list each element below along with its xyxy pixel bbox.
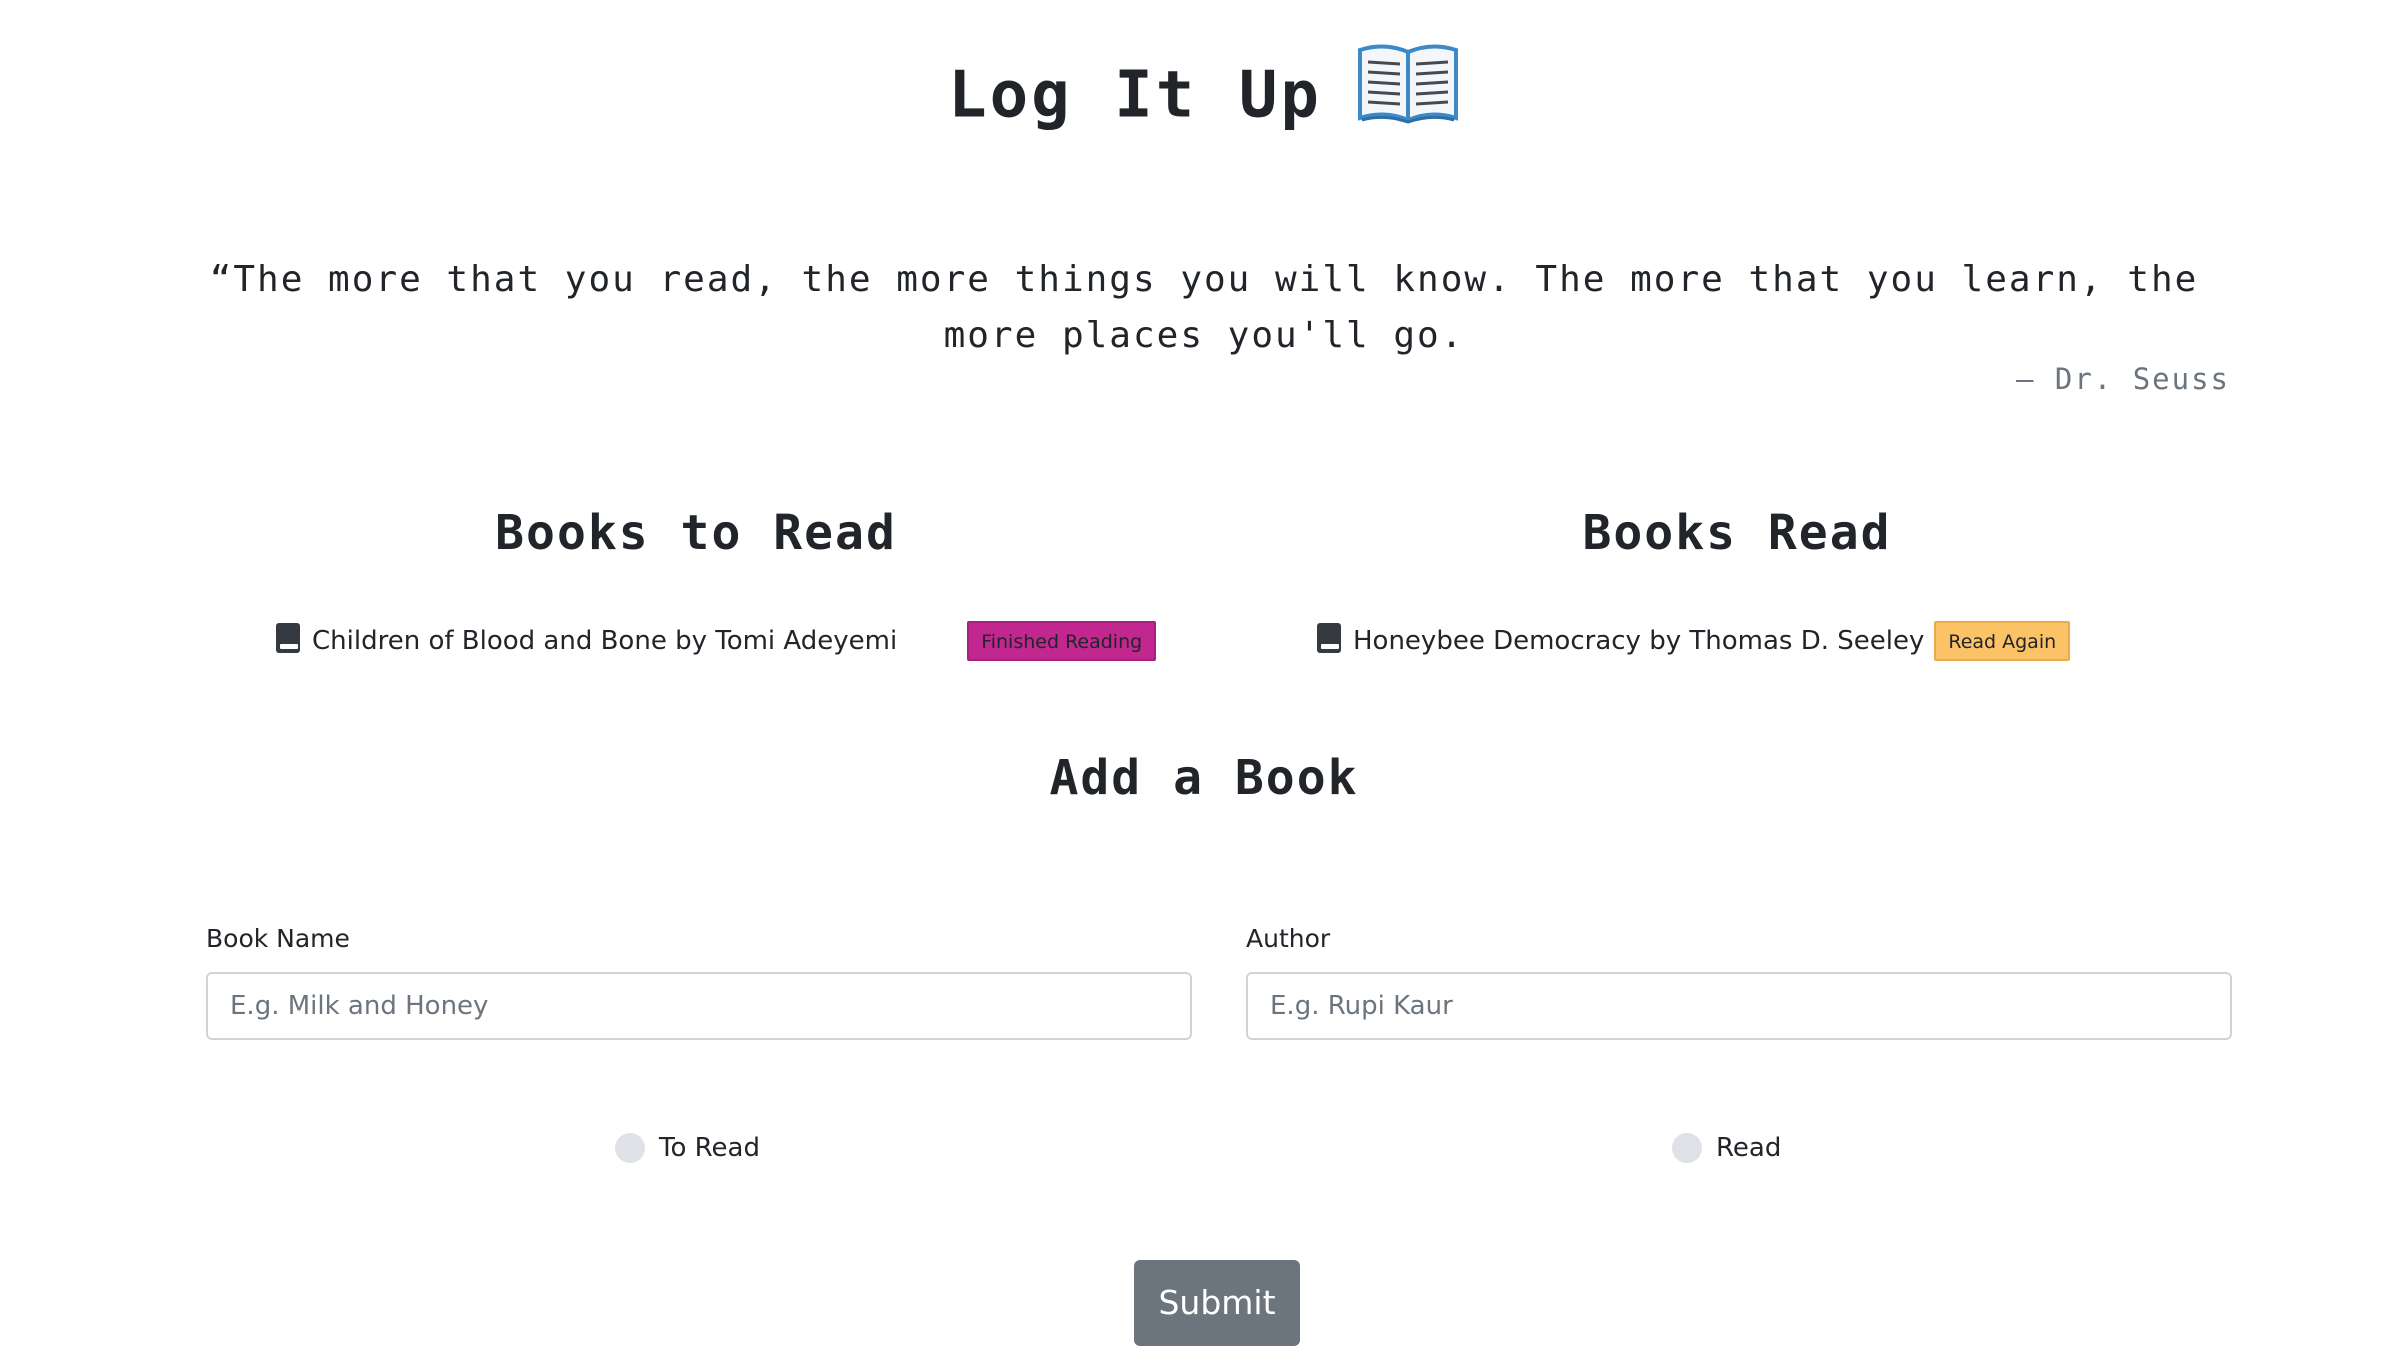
read-list-item: Honeybee Democracy by Thomas D. Seeley R…	[1317, 619, 2071, 663]
author-input[interactable]	[1246, 972, 2232, 1040]
book-icon	[1317, 623, 1341, 653]
read-radio-option[interactable]: Read	[1672, 1133, 1781, 1163]
to-read-book-title: Children of Blood and Bone by Tomi Adeye…	[312, 626, 898, 656]
submit-button[interactable]: Submit	[1134, 1260, 1300, 1346]
read-radio[interactable]	[1672, 1133, 1702, 1163]
to-read-radio-label[interactable]: To Read	[659, 1133, 760, 1163]
to-read-radio[interactable]	[615, 1133, 645, 1163]
page-title: Log It Up	[0, 44, 2408, 140]
open-book-icon	[1356, 40, 1460, 140]
page-title-text: Log It Up	[948, 58, 1322, 133]
quote-author: — Dr. Seuss	[2015, 362, 2230, 396]
read-book-title: Honeybee Democracy by Thomas D. Seeley	[1353, 626, 1925, 656]
book-name-label: Book Name	[206, 924, 350, 953]
finished-reading-button[interactable]: Finished Reading	[967, 621, 1157, 661]
author-label: Author	[1246, 924, 1331, 953]
read-radio-label[interactable]: Read	[1716, 1133, 1781, 1163]
books-to-read-heading: Books to Read	[495, 505, 897, 561]
book-name-input[interactable]	[206, 972, 1192, 1040]
add-book-heading: Add a Book	[1049, 750, 1359, 806]
quote-text: “The more that you read, the more things…	[209, 259, 2199, 356]
to-read-radio-option[interactable]: To Read	[615, 1133, 760, 1163]
to-read-list-item: Children of Blood and Bone by Tomi Adeye…	[276, 619, 1157, 663]
book-icon	[276, 623, 300, 653]
books-read-heading: Books Read	[1582, 505, 1892, 561]
read-again-button[interactable]: Read Again	[1934, 621, 2071, 661]
